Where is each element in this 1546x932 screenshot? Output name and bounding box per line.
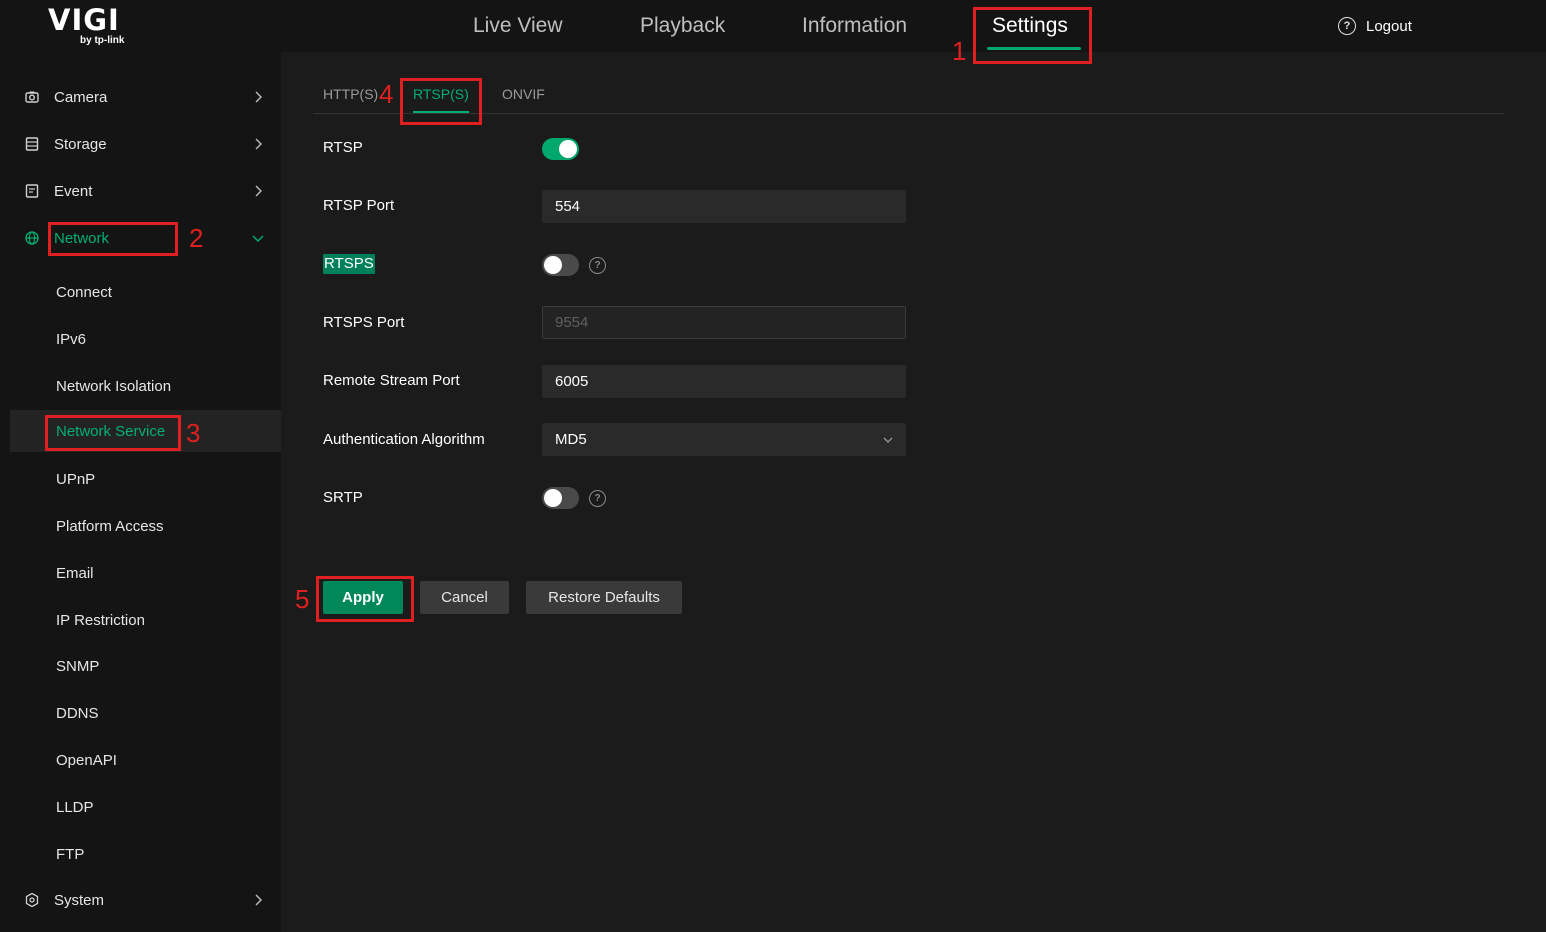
annotation-box-network-service — [45, 415, 181, 451]
nav-playback[interactable]: Playback — [640, 12, 725, 40]
chevron-right-icon — [251, 137, 265, 151]
chevron-down-icon — [251, 231, 265, 245]
subitem-label: LLDP — [56, 798, 94, 816]
sidebar-subitem-email[interactable]: Email — [0, 552, 281, 594]
help-icon[interactable]: ? — [589, 257, 606, 274]
sidebar-subitem-connect[interactable]: Connect — [0, 271, 281, 313]
rtsp-port-label: RTSP Port — [323, 197, 395, 214]
sidebar-item-event[interactable]: Event — [0, 168, 281, 214]
logout-label: Logout — [1366, 17, 1412, 35]
rtsps-port-input[interactable]: 9554 — [542, 306, 906, 339]
chevron-right-icon — [251, 893, 265, 907]
annotation-number-3: 3 — [186, 418, 201, 448]
annotation-number-5: 5 — [295, 584, 310, 614]
sidebar: Camera Storage Event Network Connect IPv… — [0, 52, 281, 932]
logo-subtext: by tp-link — [80, 35, 125, 46]
sidebar-subitem-lldp[interactable]: LLDP — [0, 786, 281, 828]
sidebar-subitem-ftp[interactable]: FTP — [0, 833, 281, 875]
annotation-number-2: 2 — [189, 223, 204, 253]
system-icon — [24, 892, 40, 908]
toggle-knob — [544, 489, 562, 507]
subitem-label: FTP — [56, 845, 85, 863]
camera-icon — [24, 89, 40, 105]
remote-stream-port-input[interactable]: 6005 — [542, 365, 906, 398]
sidebar-subitem-platform-access[interactable]: Platform Access — [0, 505, 281, 547]
subitem-label: Email — [56, 564, 94, 582]
sidebar-subitem-snmp[interactable]: SNMP — [0, 645, 281, 687]
sidebar-item-storage[interactable]: Storage — [0, 121, 281, 167]
auth-algorithm-value: MD5 — [555, 431, 587, 448]
help-circle-icon: ? — [1338, 17, 1356, 35]
subitem-label: Connect — [56, 283, 112, 301]
sidebar-subitem-ddns[interactable]: DDNS — [0, 692, 281, 734]
sidebar-item-label: System — [54, 891, 105, 909]
sidebar-subitem-ipv6[interactable]: IPv6 — [0, 318, 281, 360]
sidebar-item-label: Event — [54, 182, 93, 200]
tab-https[interactable]: HTTP(S) — [323, 85, 378, 103]
annotation-box-network — [48, 222, 178, 256]
subitem-label: SNMP — [56, 657, 100, 675]
globe-icon — [24, 230, 40, 246]
rtsps-port-label: RTSPS Port — [323, 314, 405, 331]
sidebar-subitem-openapi[interactable]: OpenAPI — [0, 739, 281, 781]
sidebar-subitem-network-isolation[interactable]: Network Isolation — [0, 365, 281, 407]
help-icon[interactable]: ? — [589, 490, 606, 507]
subitem-label: DDNS — [56, 704, 99, 722]
auth-algorithm-select[interactable]: MD5 — [542, 423, 906, 456]
toggle-knob — [559, 140, 577, 158]
storage-icon — [24, 136, 40, 152]
annotation-number-4: 4 — [379, 79, 394, 109]
remote-stream-port-label: Remote Stream Port — [323, 372, 460, 389]
restore-defaults-button[interactable]: Restore Defaults — [526, 581, 682, 614]
subitem-label: Platform Access — [56, 517, 164, 535]
sidebar-subitem-upnp[interactable]: UPnP — [0, 458, 281, 500]
annotation-box-settings — [973, 7, 1092, 64]
srtp-toggle[interactable] — [542, 487, 579, 509]
annotation-number-1: 1 — [952, 36, 967, 66]
rtsps-toggle[interactable] — [542, 254, 579, 276]
subitem-label: IPv6 — [56, 330, 87, 348]
subitem-label: Network Isolation — [56, 377, 172, 395]
tabs-divider — [313, 113, 1504, 114]
logout-button[interactable]: ? Logout — [1338, 16, 1412, 36]
nav-live-view[interactable]: Live View — [473, 12, 563, 40]
nav-information[interactable]: Information — [802, 12, 907, 40]
sidebar-item-label: Camera — [54, 88, 108, 106]
sidebar-item-system[interactable]: System — [0, 877, 281, 923]
sidebar-subitem-ip-restriction[interactable]: IP Restriction — [0, 599, 281, 641]
subitem-label: IP Restriction — [56, 611, 145, 629]
annotation-box-apply — [316, 576, 414, 622]
event-icon — [24, 183, 40, 199]
rtsps-label: RTSPS — [323, 254, 375, 274]
sidebar-item-label: Storage — [54, 135, 107, 153]
rtsp-toggle[interactable] — [542, 138, 579, 160]
cancel-button[interactable]: Cancel — [420, 581, 509, 614]
subitem-label: UPnP — [56, 470, 96, 488]
rtsp-port-input[interactable]: 554 — [542, 190, 906, 223]
top-header: VIGI by tp-link Live View Playback Infor… — [0, 0, 1546, 52]
chevron-right-icon — [251, 184, 265, 198]
logo-text: VIGI — [48, 3, 120, 37]
srtp-label: SRTP — [323, 489, 363, 506]
chevron-down-icon — [882, 433, 894, 445]
toggle-knob — [544, 256, 562, 274]
auth-algorithm-label: Authentication Algorithm — [323, 431, 485, 448]
chevron-right-icon — [251, 90, 265, 104]
sidebar-item-camera[interactable]: Camera — [0, 74, 281, 120]
subitem-label: OpenAPI — [56, 751, 117, 769]
vigi-logo: VIGI by tp-link — [48, 4, 138, 48]
annotation-box-rtsps-tab — [400, 78, 482, 125]
tab-onvif[interactable]: ONVIF — [502, 85, 545, 103]
rtsp-label: RTSP — [323, 139, 363, 156]
